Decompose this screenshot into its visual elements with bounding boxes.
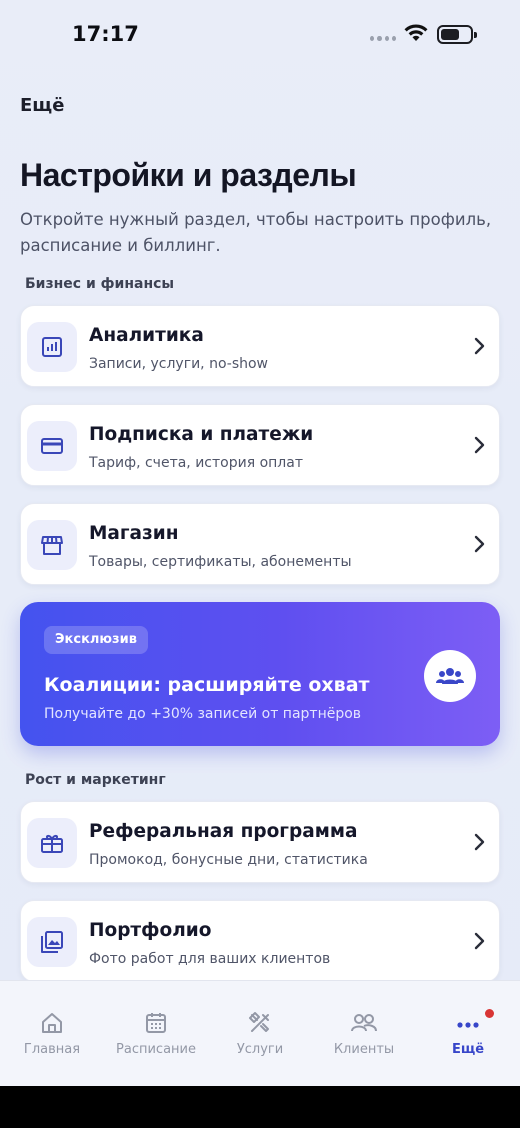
exclusive-badge: Эксклюзив bbox=[44, 626, 148, 654]
home-indicator-area bbox=[0, 1086, 520, 1128]
chevron-right-icon bbox=[474, 932, 485, 950]
promo-title: Коалиции: расширяйте охват bbox=[44, 674, 370, 696]
page-title: Настройки и разделы bbox=[20, 157, 357, 193]
credit-card-icon bbox=[27, 421, 77, 471]
menu-item-analytics[interactable]: Аналитика Записи, услуги, no-show bbox=[20, 305, 500, 387]
promo-subtitle: Получайте до +30% записей от партнёров bbox=[44, 706, 362, 722]
menu-item-store[interactable]: Магазин Товары, сертификаты, абонементы bbox=[20, 503, 500, 585]
tab-home[interactable]: Главная bbox=[0, 981, 104, 1087]
tab-more[interactable]: Ещё bbox=[416, 981, 520, 1087]
tab-services[interactable]: Услуги bbox=[208, 981, 312, 1087]
tab-schedule[interactable]: Расписание bbox=[104, 981, 208, 1087]
more-icon bbox=[457, 1022, 479, 1028]
chevron-right-icon bbox=[474, 833, 485, 851]
group-icon[interactable] bbox=[424, 650, 476, 702]
menu-item-title: Портфолио bbox=[89, 920, 212, 941]
tab-label: Услуги bbox=[236, 1042, 284, 1057]
menu-item-title: Аналитика bbox=[89, 325, 204, 346]
home-icon bbox=[42, 1013, 62, 1033]
tab-clients[interactable]: Клиенты bbox=[312, 981, 416, 1087]
signal-icon bbox=[370, 33, 396, 43]
tab-label: Клиенты bbox=[333, 1042, 395, 1057]
menu-item-title: Магазин bbox=[89, 523, 179, 544]
clients-icon bbox=[351, 1014, 377, 1032]
tab-label: Расписание bbox=[116, 1042, 196, 1057]
tools-icon bbox=[249, 1012, 269, 1032]
section-label-growth: Рост и маркетинг bbox=[25, 772, 166, 788]
battery-icon bbox=[437, 25, 477, 44]
menu-item-subtitle: Промокод, бонусные дни, статистика bbox=[89, 852, 368, 868]
chevron-right-icon bbox=[474, 436, 485, 454]
page-subtitle: Откройте нужный раздел, чтобы настроить … bbox=[20, 210, 492, 255]
notification-dot bbox=[485, 1009, 494, 1018]
menu-item-referral[interactable]: Реферальная программа Промокод, бонусные… bbox=[20, 801, 500, 883]
section-label-business: Бизнес и финансы bbox=[25, 276, 175, 292]
tab-bar: Главная Расписание Услуги Клиенты Ещё bbox=[0, 980, 520, 1086]
menu-item-title: Реферальная программа bbox=[89, 821, 358, 842]
nav-title: Ещё bbox=[20, 95, 65, 116]
coalitions-promo-banner[interactable]: Эксклюзив Коалиции: расширяйте охват Пол… bbox=[20, 602, 500, 746]
menu-item-subtitle: Записи, услуги, no-show bbox=[89, 356, 269, 372]
wifi-icon bbox=[404, 24, 428, 41]
gift-icon bbox=[27, 818, 77, 868]
photo-icon bbox=[27, 917, 77, 967]
menu-item-portfolio[interactable]: Портфолио Фото работ для ваших клиентов bbox=[20, 900, 500, 982]
status-time: 17:17 bbox=[72, 22, 139, 46]
status-bar: 17:17 bbox=[0, 0, 520, 72]
tab-label: Главная bbox=[23, 1042, 81, 1057]
tab-label: Ещё bbox=[451, 1042, 485, 1057]
menu-item-subtitle: Фото работ для ваших клиентов bbox=[89, 951, 331, 967]
chart-icon bbox=[27, 322, 77, 372]
menu-item-title: Подписка и платежи bbox=[89, 424, 314, 445]
chevron-right-icon bbox=[474, 535, 485, 553]
menu-item-subscription[interactable]: Подписка и платежи Тариф, счета, история… bbox=[20, 404, 500, 486]
menu-item-subtitle: Товары, сертификаты, абонементы bbox=[89, 554, 352, 570]
calendar-icon bbox=[146, 1013, 166, 1033]
menu-item-subtitle: Тариф, счета, история оплат bbox=[89, 455, 303, 471]
store-icon bbox=[27, 520, 77, 570]
chevron-right-icon bbox=[474, 337, 485, 355]
